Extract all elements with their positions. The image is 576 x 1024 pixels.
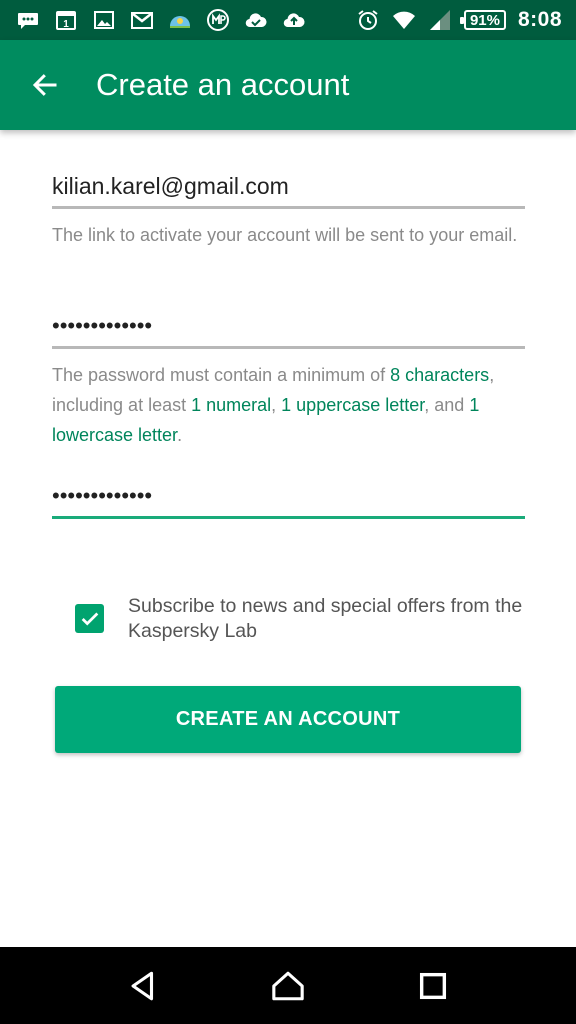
- clock: 8:08: [517, 8, 562, 31]
- calendar-day-text: 1: [63, 19, 69, 30]
- battery-icon: 91%: [459, 10, 506, 30]
- nav-recents-button[interactable]: [403, 956, 463, 1016]
- create-account-button[interactable]: CREATE AN ACCOUNT: [55, 686, 521, 753]
- check-cloud-icon: [244, 8, 268, 32]
- nav-back-button[interactable]: [113, 956, 173, 1016]
- password-underline: [52, 346, 525, 349]
- system-icons: 91% 8:08: [356, 8, 576, 32]
- arrow-left-icon: [32, 74, 57, 96]
- image-icon: [92, 8, 116, 32]
- password-field-group: •••••••••••••: [52, 306, 525, 349]
- mp-icon: [206, 8, 230, 32]
- hint-text: The password must contain a minimum of: [52, 365, 391, 385]
- hint-highlight-min-chars: 8 characters: [390, 365, 490, 385]
- chat-icon: [16, 8, 40, 32]
- email-field-group: [52, 166, 525, 209]
- home-icon: [272, 971, 304, 1000]
- app-bar: Create an account: [0, 40, 576, 130]
- subscribe-label[interactable]: Subscribe to news and special offers fro…: [128, 594, 528, 644]
- hint-text: .: [177, 425, 183, 445]
- upload-cloud-icon: [282, 8, 306, 32]
- confirm-password-field[interactable]: •••••••••••••: [52, 476, 525, 516]
- status-bar: 1 91% 8:08: [0, 0, 576, 40]
- hint-text: , and: [424, 395, 470, 415]
- notification-icons: 1: [0, 8, 306, 32]
- back-triangle-icon: [131, 971, 153, 1000]
- subscribe-checkbox[interactable]: [75, 604, 104, 633]
- hint-highlight-uppercase: 1 uppercase letter: [281, 395, 425, 415]
- battery-level: 91%: [469, 11, 500, 29]
- gmail-icon: [130, 8, 154, 32]
- nav-home-button[interactable]: [258, 956, 318, 1016]
- alarm-icon: [356, 8, 380, 32]
- checkmark-icon: [81, 612, 98, 626]
- weather-icon: [168, 8, 192, 32]
- password-field[interactable]: •••••••••••••: [52, 306, 525, 346]
- subscribe-row: Subscribe to news and special offers fro…: [75, 594, 528, 644]
- calendar-icon: 1: [54, 8, 78, 32]
- navigation-bar: [0, 947, 576, 1024]
- confirm-password-field-group: •••••••••••••: [52, 476, 525, 519]
- signal-icon: [428, 8, 452, 32]
- email-field[interactable]: [52, 166, 525, 206]
- page-title: Create an account: [96, 67, 350, 102]
- password-hint: The password must contain a minimum of 8…: [52, 360, 525, 450]
- wifi-icon: [392, 8, 416, 32]
- confirm-password-underline: [52, 516, 525, 519]
- email-underline: [52, 206, 525, 209]
- email-hint: The link to activate your account will b…: [52, 225, 518, 245]
- recents-icon: [420, 972, 447, 999]
- hint-text: ,: [271, 395, 282, 415]
- hint-highlight-numeral: 1 numeral: [191, 395, 272, 415]
- back-button[interactable]: [0, 40, 90, 130]
